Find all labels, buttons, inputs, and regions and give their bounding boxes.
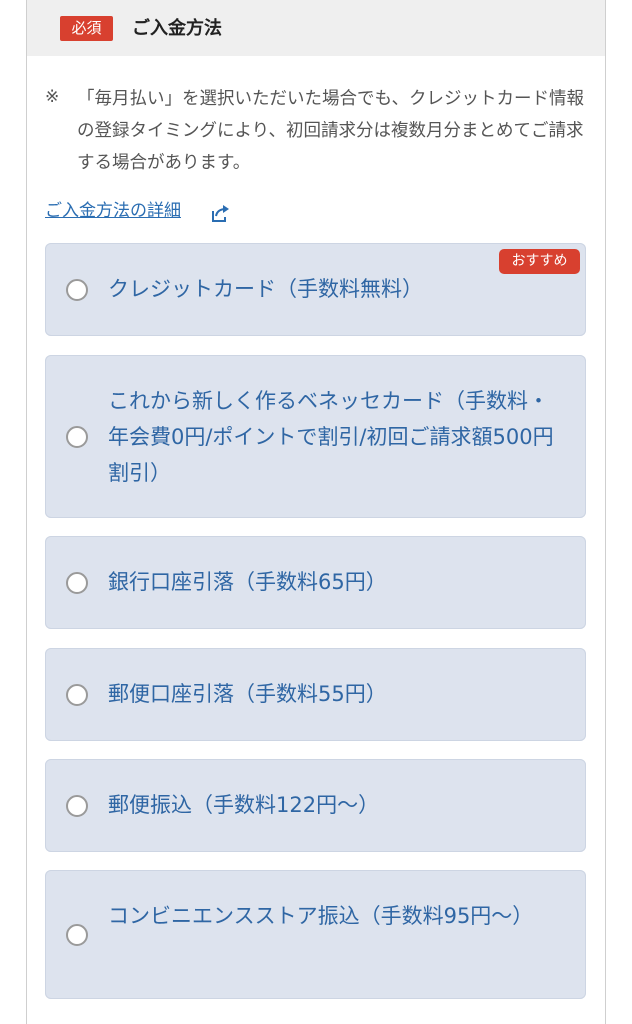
radio-button[interactable]: [66, 279, 88, 301]
option-label: コンビニエンスストア振込（手数料95円～）: [108, 904, 534, 928]
note-text: 「毎月払い」を選択いただいた場合でも、クレジットカード情報の登録タイミングにより…: [77, 89, 584, 173]
payment-option-credit-card[interactable]: クレジットカード（手数料無料） おすすめ: [45, 243, 586, 336]
option-label: 郵便振込（手数料122円～）: [108, 793, 380, 817]
option-label: これから新しく作るベネッセカード（手数料・年会費0円/ポイントで割引/初回ご請求…: [108, 389, 554, 485]
radio-button[interactable]: [66, 572, 88, 594]
radio-button[interactable]: [66, 426, 88, 448]
recommended-badge: おすすめ: [499, 249, 580, 274]
option-label: 銀行口座引落（手数料65円）: [108, 570, 387, 594]
radio-button[interactable]: [66, 684, 88, 706]
radio-button[interactable]: [66, 795, 88, 817]
section-title: ご入金方法: [132, 18, 222, 39]
payment-option-postal-debit[interactable]: 郵便口座引落（手数料55円）: [45, 648, 586, 741]
external-link-icon[interactable]: [211, 203, 231, 223]
payment-option-benesse-card[interactable]: これから新しく作るベネッセカード（手数料・年会費0円/ポイントで割引/初回ご請求…: [45, 355, 586, 518]
option-label: 郵便口座引落（手数料55円）: [108, 682, 387, 706]
payment-option-convenience-store[interactable]: コンビニエンスストア振込（手数料95円～）: [45, 870, 586, 999]
radio-button[interactable]: [66, 924, 88, 946]
payment-option-postal-transfer[interactable]: 郵便振込（手数料122円～）: [45, 759, 586, 852]
payment-details-link[interactable]: ご入金方法の詳細: [45, 198, 181, 224]
section-header: 必須 ご入金方法: [27, 0, 605, 56]
option-label: クレジットカード（手数料無料）: [108, 277, 423, 301]
note-mark: ※: [45, 87, 60, 107]
payment-option-bank-debit[interactable]: 銀行口座引落（手数料65円）: [45, 536, 586, 629]
required-badge: 必須: [60, 16, 113, 41]
